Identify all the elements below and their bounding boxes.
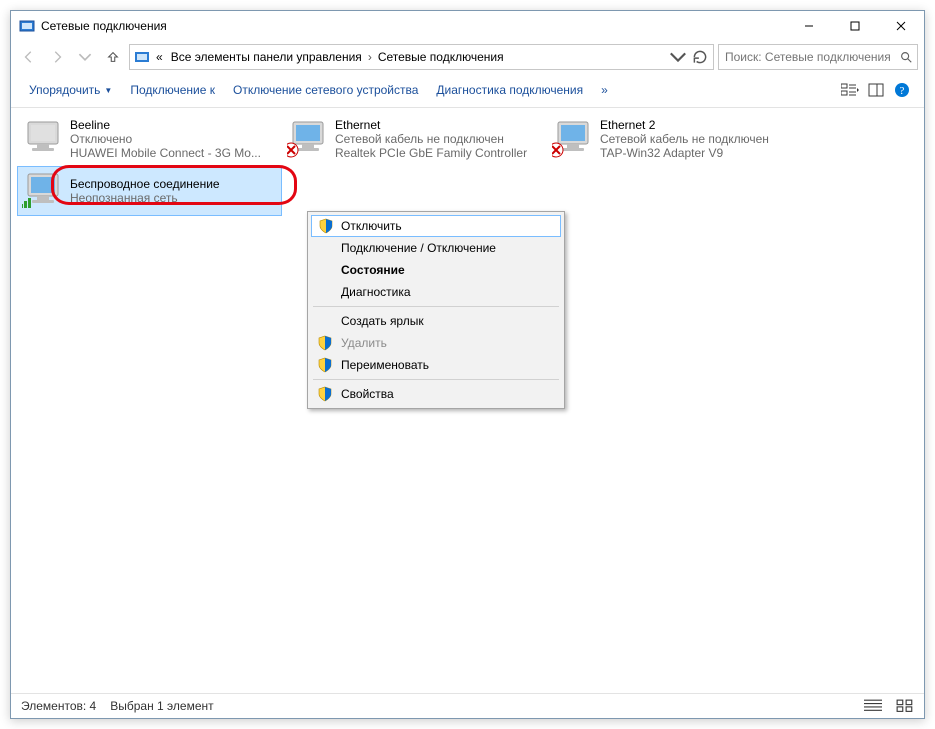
item-count: Элементов: 4 [21, 699, 96, 713]
context-menu-label: Диагностика [341, 285, 411, 299]
toolbar: Упорядочить▼ Подключение к Отключение се… [11, 73, 924, 108]
titlebar[interactable]: Сетевые подключения [11, 11, 924, 41]
search-icon [899, 50, 913, 64]
connection-status: Сетевой кабель не подключен [600, 132, 807, 146]
connection-status: Отключено [70, 132, 277, 146]
context-menu-item[interactable]: Переименовать [311, 354, 561, 376]
context-menu-item[interactable]: Состояние [311, 259, 561, 281]
context-menu-label: Состояние [341, 263, 405, 277]
content-area[interactable]: Beeline Отключено HUAWEI Mobile Connect … [11, 108, 924, 693]
context-menu-item[interactable]: Создать ярлык [311, 310, 561, 332]
selection-count: Выбран 1 элемент [110, 699, 213, 713]
up-button[interactable] [101, 45, 125, 69]
context-menu-label: Удалить [341, 336, 387, 350]
refresh-button[interactable] [691, 46, 709, 68]
large-icons-view-button[interactable] [896, 698, 914, 714]
history-dropdown[interactable] [669, 46, 687, 68]
connection-name: Ethernet [335, 118, 542, 132]
maximize-button[interactable] [832, 11, 878, 41]
connection-item[interactable]: Беспроводное соединение Неопознанная сет… [17, 166, 282, 216]
chevron-down-icon: ▼ [104, 86, 112, 95]
context-menu-label: Подключение / Отключение [341, 241, 496, 255]
control-panel-icon [134, 49, 150, 65]
forward-button[interactable] [45, 45, 69, 69]
context-menu-label: Отключить [341, 219, 402, 233]
chevron-right-icon[interactable]: › [368, 50, 372, 64]
shield-icon [318, 218, 334, 234]
close-button[interactable] [878, 11, 924, 41]
overflow-button[interactable]: » [593, 79, 616, 101]
status-bar: Элементов: 4 Выбран 1 элемент [11, 693, 924, 718]
connection-device: TAP-Win32 Adapter V9 [600, 146, 807, 160]
breadcrumb-prefix: « [154, 50, 165, 64]
details-view-button[interactable] [864, 698, 882, 714]
network-adapter-icon [287, 120, 327, 158]
shield-icon [317, 335, 333, 351]
connection-item[interactable]: Beeline Отключено HUAWEI Mobile Connect … [17, 114, 282, 164]
connection-status: Неопознанная сеть [70, 191, 277, 205]
context-menu-label: Свойства [341, 387, 394, 401]
organize-menu[interactable]: Упорядочить▼ [21, 79, 120, 101]
network-adapter-icon [22, 172, 62, 210]
connection-device: Realtek PCIe GbE Family Controller [335, 146, 542, 160]
minimize-button[interactable] [786, 11, 832, 41]
connection-name: Beeline [70, 118, 277, 132]
preview-pane-button[interactable] [864, 78, 888, 102]
breadcrumb[interactable]: « Все элементы панели управления › Сетев… [129, 44, 714, 70]
search-input[interactable] [723, 49, 899, 65]
connection-status: Сетевой кабель не подключен [335, 132, 542, 146]
network-adapter-icon [552, 120, 592, 158]
disable-device-button[interactable]: Отключение сетевого устройства [225, 79, 426, 101]
connection-item[interactable]: Ethernet 2 Сетевой кабель не подключен T… [547, 114, 812, 164]
window-title: Сетевые подключения [41, 19, 786, 33]
context-menu-label: Переименовать [341, 358, 429, 372]
connection-device: HUAWEI Mobile Connect - 3G Mo... [70, 146, 277, 160]
connection-name: Беспроводное соединение [70, 177, 277, 191]
shield-icon [317, 357, 333, 373]
recent-button[interactable] [73, 45, 97, 69]
diagnose-button[interactable]: Диагностика подключения [428, 79, 591, 101]
window-icon [19, 18, 35, 34]
search-box[interactable] [718, 44, 918, 70]
back-button[interactable] [17, 45, 41, 69]
address-bar: « Все элементы панели управления › Сетев… [11, 41, 924, 73]
context-menu-item[interactable]: Отключить [311, 215, 561, 237]
context-menu-item[interactable]: Диагностика [311, 281, 561, 303]
context-menu-item[interactable]: Свойства [311, 383, 561, 405]
network-adapter-icon [22, 120, 62, 158]
connection-item[interactable]: Ethernet Сетевой кабель не подключен Rea… [282, 114, 547, 164]
context-menu[interactable]: Отключить Подключение / Отключение Состоян… [307, 211, 565, 409]
breadcrumb-item[interactable]: Все элементы панели управления [169, 50, 364, 64]
svg-text:?: ? [900, 85, 905, 97]
view-mode-button[interactable] [838, 78, 862, 102]
shield-icon [317, 386, 333, 402]
breadcrumb-item[interactable]: Сетевые подключения [376, 50, 506, 64]
context-menu-label: Создать ярлык [341, 314, 424, 328]
context-menu-item: Удалить [311, 332, 561, 354]
help-button[interactable]: ? [890, 78, 914, 102]
connect-to-button[interactable]: Подключение к [122, 79, 223, 101]
context-menu-item[interactable]: Подключение / Отключение [311, 237, 561, 259]
connection-name: Ethernet 2 [600, 118, 807, 132]
